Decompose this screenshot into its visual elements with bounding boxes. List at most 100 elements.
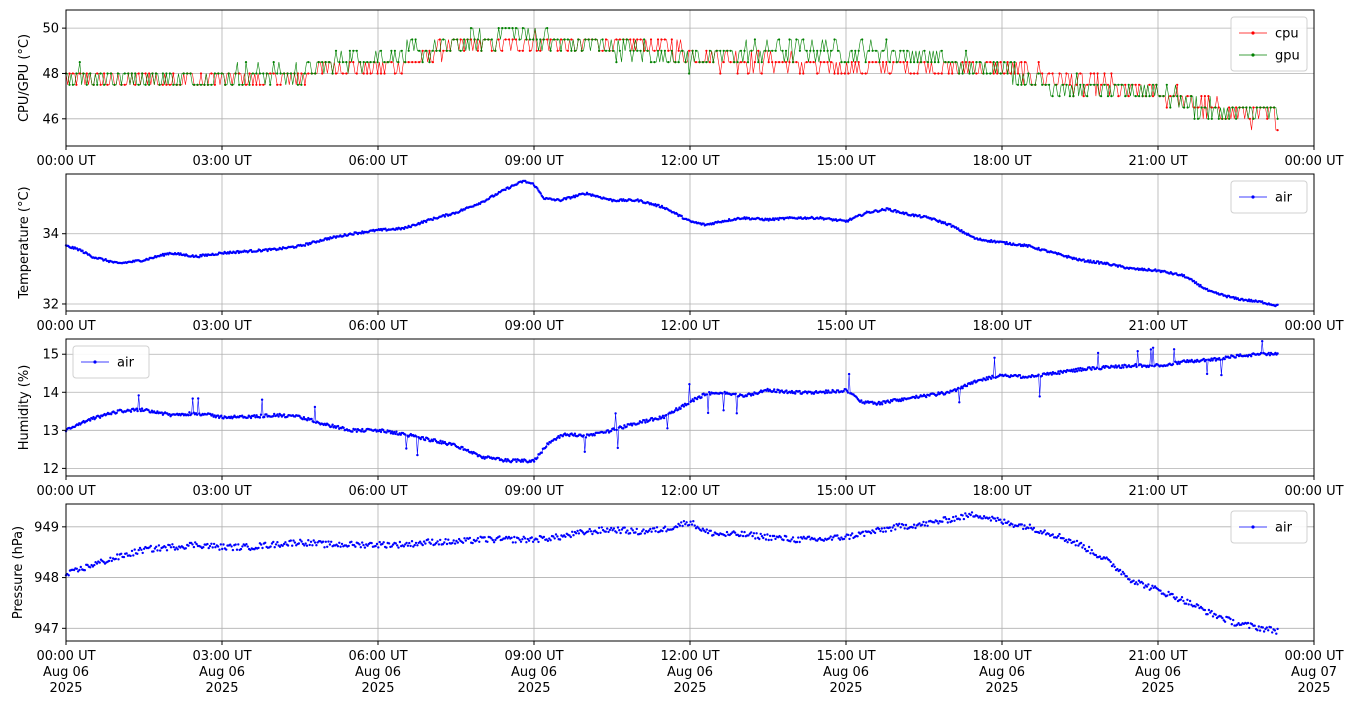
- data-point: [656, 38, 660, 41]
- data-point: [688, 383, 691, 386]
- data-point: [1118, 568, 1122, 572]
- data-point: [431, 49, 434, 52]
- data-point: [137, 83, 140, 86]
- data-point: [1159, 589, 1162, 592]
- data-point: [362, 61, 365, 64]
- data-point: [868, 49, 871, 52]
- data-point: [390, 430, 394, 433]
- data-point: [1081, 546, 1084, 549]
- data-point: [1267, 629, 1270, 632]
- data-point: [802, 72, 805, 75]
- data-point: [1040, 374, 1044, 378]
- data-point: [175, 83, 178, 86]
- data-point: [992, 72, 995, 75]
- data-point: [616, 446, 619, 450]
- data-point: [1079, 366, 1082, 370]
- data-point: [1051, 72, 1054, 75]
- data-point: [770, 538, 773, 542]
- data-point: [847, 61, 850, 64]
- data-point: [860, 399, 863, 402]
- series-air: [64, 511, 1279, 635]
- data-point: [1176, 95, 1179, 98]
- data-point: [921, 523, 924, 526]
- data-point: [1003, 61, 1006, 64]
- x-tick-label: 09:00 UT: [504, 484, 563, 499]
- data-point: [423, 438, 427, 442]
- data-point: [988, 516, 991, 519]
- data-point: [1090, 368, 1093, 371]
- data-point: [954, 61, 957, 64]
- data-point: [189, 72, 192, 75]
- data-point: [619, 531, 622, 535]
- data-point: [531, 540, 535, 543]
- data-point: [878, 61, 881, 64]
- data-point: [382, 541, 385, 544]
- data-point: [923, 524, 927, 527]
- data-point: [79, 565, 83, 569]
- data-point: [618, 529, 621, 532]
- data-point: [655, 526, 659, 529]
- data-point: [523, 537, 527, 540]
- data-point: [241, 545, 244, 548]
- data-point: [895, 61, 898, 64]
- data-point: [385, 431, 388, 434]
- data-point: [1230, 623, 1234, 626]
- data-point: [549, 49, 552, 52]
- data-point: [1269, 106, 1272, 109]
- data-point: [838, 538, 842, 541]
- data-point: [519, 460, 523, 463]
- data-point: [888, 72, 892, 75]
- data-point: [330, 540, 333, 543]
- data-point: [1179, 598, 1182, 601]
- data-point: [1038, 395, 1041, 398]
- data-point: [89, 419, 92, 422]
- data-point: [540, 451, 543, 454]
- data-point: [610, 526, 613, 530]
- data-point: [487, 38, 490, 41]
- data-point: [172, 83, 175, 86]
- x-tick-label: 09:00 UT: [504, 154, 563, 169]
- data-point: [708, 391, 711, 394]
- data-point: [777, 388, 780, 392]
- data-point: [1058, 72, 1061, 75]
- data-point: [950, 519, 953, 523]
- data-point: [359, 61, 362, 64]
- data-point: [834, 391, 838, 394]
- data-point: [521, 538, 524, 541]
- data-point: [634, 531, 637, 534]
- data-point: [996, 72, 999, 75]
- data-point: [757, 49, 760, 52]
- data-point: [1007, 520, 1010, 523]
- data-point: [1110, 95, 1113, 98]
- data-point: [394, 432, 397, 436]
- data-point: [134, 83, 137, 86]
- data-point: [1117, 364, 1121, 367]
- data-point: [1003, 72, 1006, 75]
- data-point: [395, 430, 398, 433]
- data-point: [539, 49, 542, 52]
- data-point: [1058, 532, 1061, 536]
- data-point: [1186, 106, 1189, 109]
- data-point: [1258, 629, 1262, 632]
- data-point: [192, 545, 196, 549]
- data-point: [982, 72, 985, 75]
- data-point: [722, 409, 725, 412]
- data-point: [542, 535, 546, 539]
- data-point: [321, 61, 324, 64]
- data-point: [670, 49, 673, 52]
- data-point: [334, 72, 338, 75]
- data-point: [1106, 83, 1110, 86]
- data-point: [312, 420, 315, 424]
- y-tick-label: 948: [34, 571, 59, 586]
- data-point: [85, 72, 88, 75]
- legend-swatch-marker: [1251, 195, 1255, 199]
- data-point: [258, 72, 261, 75]
- data-point: [1009, 61, 1013, 64]
- data-point: [663, 38, 667, 41]
- data-point: [246, 545, 249, 548]
- data-point: [1151, 95, 1155, 98]
- data-point: [667, 61, 670, 64]
- data-point: [258, 416, 262, 419]
- data-point: [608, 49, 611, 52]
- data-point: [1248, 117, 1251, 120]
